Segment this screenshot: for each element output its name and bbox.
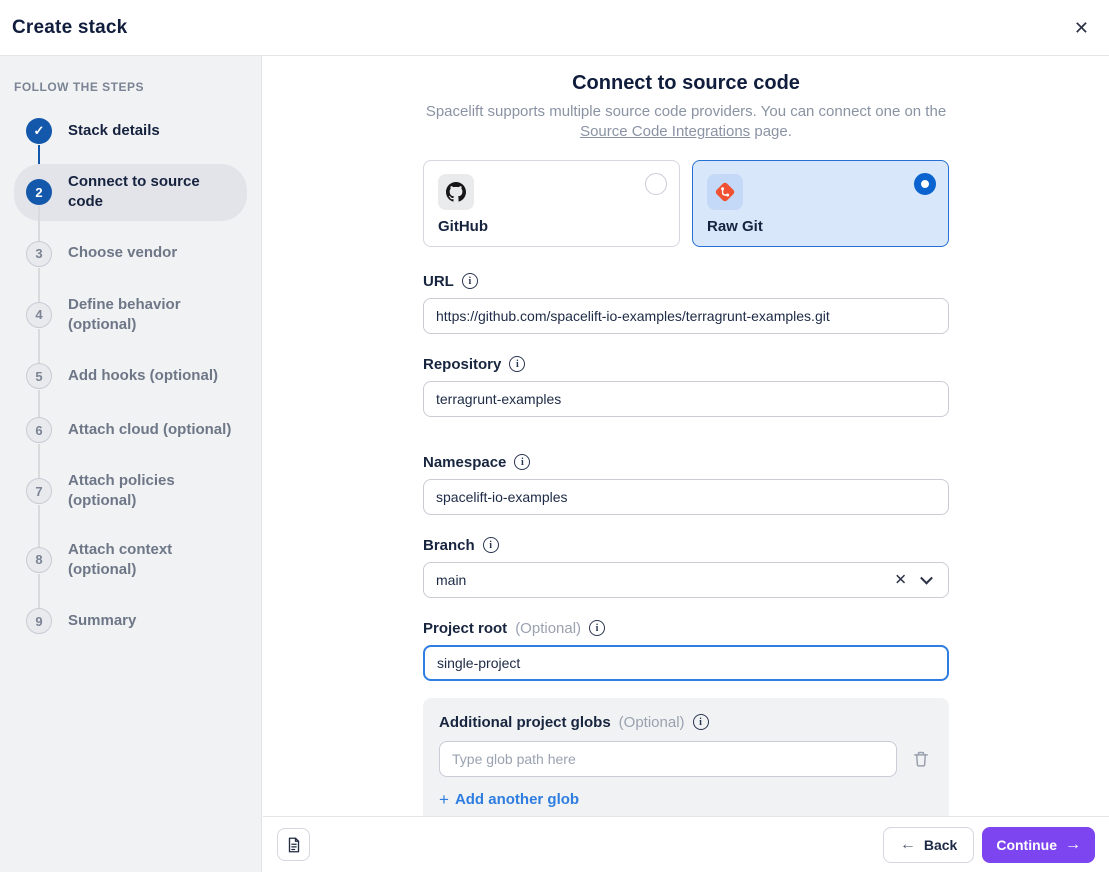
namespace-input[interactable] [423, 479, 949, 515]
info-icon[interactable]: i [509, 356, 525, 372]
document-icon[interactable] [277, 828, 310, 861]
sidebar-step-define-behavior[interactable]: 4 Define behavior (optional) [14, 287, 247, 344]
branch-select: ✕ [423, 562, 949, 598]
glob-path-input[interactable] [439, 741, 897, 777]
sidebar-step-summary[interactable]: 9 Summary [14, 600, 247, 642]
plus-icon: + [439, 790, 449, 810]
url-input[interactable] [423, 298, 949, 334]
info-icon[interactable]: i [693, 714, 709, 730]
project-root-input[interactable] [423, 645, 949, 681]
step-label: Attach policies (optional) [68, 471, 235, 512]
step-number: 4 [26, 302, 52, 328]
step-number: 9 [26, 608, 52, 634]
repository-label-row: Repository i [423, 356, 949, 373]
step-number: 7 [26, 478, 52, 504]
optional-tag: (Optional) [619, 714, 685, 731]
continue-label: Continue [996, 837, 1057, 853]
branch-label-row: Branch i [423, 537, 949, 554]
step-number: 6 [26, 417, 52, 443]
subtitle-text: Spacelift supports multiple source code … [426, 103, 946, 120]
radio-unselected-icon[interactable] [645, 173, 667, 195]
url-label-row: URL i [423, 273, 949, 290]
project-globs-panel: Additional project globs (Optional) i + A… [423, 698, 949, 817]
step-label: Attach cloud (optional) [68, 420, 231, 440]
steps-heading: FOLLOW THE STEPS [14, 80, 247, 94]
continue-button[interactable]: Continue → [982, 827, 1095, 863]
add-another-glob-button[interactable]: + Add another glob [439, 790, 579, 810]
repository-label: Repository [423, 356, 501, 373]
project-root-label-row: Project root (Optional) i [423, 620, 949, 637]
radio-selected-icon[interactable] [914, 173, 936, 195]
back-button[interactable]: ← Back [883, 827, 974, 863]
globs-label: Additional project globs [439, 714, 611, 731]
subtitle-text: page. [750, 123, 792, 140]
branch-label: Branch [423, 537, 475, 554]
back-label: Back [924, 837, 957, 853]
git-icon [707, 174, 743, 210]
page-title: Connect to source code [423, 72, 949, 95]
step-label: Summary [68, 611, 136, 631]
provider-label: GitHub [438, 218, 488, 235]
arrow-left-icon: ← [900, 836, 916, 854]
sidebar-step-choose-vendor[interactable]: 3 Choose vendor [14, 233, 247, 275]
url-label: URL [423, 273, 454, 290]
project-root-label: Project root [423, 620, 507, 637]
info-icon[interactable]: i [483, 537, 499, 553]
optional-tag: (Optional) [515, 620, 581, 637]
create-stack-modal: Create stack ✕ FOLLOW THE STEPS ✓ Stack … [0, 0, 1109, 872]
footer-actions: ← Back Continue → [883, 827, 1095, 863]
step-label: Define behavior (optional) [68, 295, 208, 336]
namespace-label-row: Namespace i [423, 454, 949, 471]
source-code-integrations-link[interactable]: Source Code Integrations [580, 123, 750, 140]
globs-label-row: Additional project globs (Optional) i [439, 714, 933, 731]
repository-input[interactable] [423, 381, 949, 417]
sidebar-step-attach-context[interactable]: 8 Attach context (optional) [14, 532, 247, 589]
sidebar-step-stack-details[interactable]: ✓ Stack details [14, 110, 247, 152]
page-subtitle: Spacelift supports multiple source code … [423, 102, 949, 143]
step-number: 2 [26, 179, 52, 205]
sidebar-step-add-hooks[interactable]: 5 Add hooks (optional) [14, 355, 247, 397]
info-icon[interactable]: i [514, 454, 530, 470]
modal-header: Create stack ✕ [0, 0, 1109, 56]
step-number: 3 [26, 241, 52, 267]
provider-cards: GitHub Raw Git [423, 160, 949, 247]
main-content: Connect to source code Spacelift support… [263, 56, 1109, 816]
modal-title: Create stack [12, 17, 127, 39]
provider-card-raw-git[interactable]: Raw Git [692, 160, 949, 247]
step-number: 8 [26, 547, 52, 573]
modal-footer: ← Back Continue → [263, 816, 1109, 872]
info-icon[interactable]: i [589, 620, 605, 636]
arrow-right-icon: → [1065, 836, 1081, 854]
glob-input-row [439, 741, 933, 777]
sidebar-step-connect-source[interactable]: 2 Connect to source code [14, 164, 247, 221]
add-glob-label: Add another glob [455, 791, 579, 808]
namespace-label: Namespace [423, 454, 506, 471]
branch-input[interactable] [423, 562, 949, 598]
step-label: Add hooks (optional) [68, 366, 218, 386]
steps-list: ✓ Stack details 2 Connect to source code… [14, 110, 247, 642]
step-number: 5 [26, 363, 52, 389]
provider-label: Raw Git [707, 218, 763, 235]
provider-card-github[interactable]: GitHub [423, 160, 680, 247]
info-icon[interactable]: i [462, 273, 478, 289]
step-label: Connect to source code [68, 172, 235, 213]
sidebar-step-attach-cloud[interactable]: 6 Attach cloud (optional) [14, 409, 247, 451]
step-label: Choose vendor [68, 243, 177, 263]
check-icon: ✓ [26, 118, 52, 144]
step-label: Stack details [68, 121, 160, 141]
close-icon[interactable]: ✕ [1068, 13, 1095, 43]
github-icon [438, 174, 474, 210]
steps-sidebar: FOLLOW THE STEPS ✓ Stack details 2 Conne… [0, 56, 262, 872]
step-label: Attach context (optional) [68, 540, 235, 581]
trash-icon[interactable] [909, 747, 933, 771]
sidebar-step-attach-policies[interactable]: 7 Attach policies (optional) [14, 463, 247, 520]
clear-icon[interactable]: ✕ [894, 572, 907, 587]
